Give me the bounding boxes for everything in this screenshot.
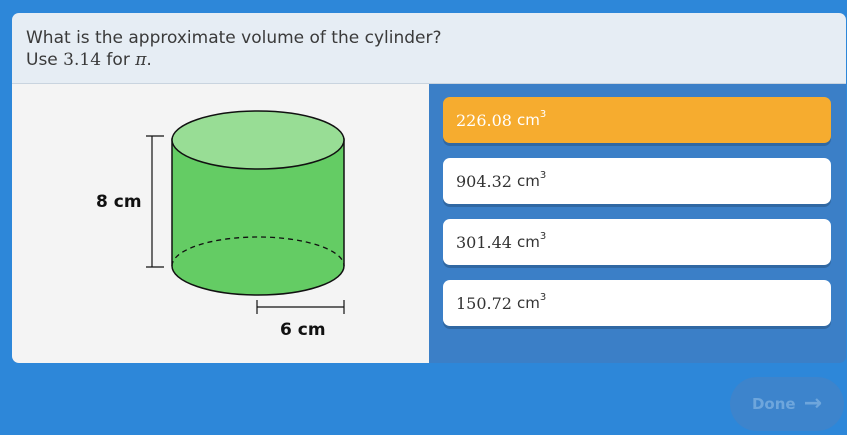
answer-choices: 226.08 cm 3 904.32 cm 3 301.44 cm 3 150.72 … [429, 84, 846, 363]
answer-exponent: 3 [539, 230, 547, 242]
height-label: 8 cm [96, 192, 142, 212]
question-text: What is the approximate volume of the cy… [26, 28, 442, 48]
arrow-right-icon: → [803, 391, 823, 416]
answer-unit: cm [516, 233, 540, 251]
answer-value: 226.08 [456, 110, 512, 130]
question-prompt: What is the approximate volume of the cy… [12, 13, 846, 84]
answer-option-4[interactable]: 150.72 cm 3 [443, 280, 831, 326]
answer-value: 150.72 [456, 293, 512, 313]
answer-option-3[interactable]: 301.44 cm 3 [443, 219, 831, 265]
question-hint: Use 3.14 for π. [26, 49, 846, 71]
hint-suffix: . [146, 50, 152, 70]
answer-exponent: 3 [539, 291, 547, 303]
radius-dimension [256, 300, 345, 314]
answer-unit: cm [516, 172, 540, 190]
answer-value: 904.32 [456, 171, 512, 191]
pi-approx-value: 3.14 [63, 50, 102, 70]
height-dimension [146, 135, 164, 268]
answer-unit: cm [516, 111, 540, 129]
radius-label: 6 cm [280, 320, 326, 340]
hint-middle: for [101, 50, 136, 70]
done-button[interactable]: Done → [730, 377, 844, 431]
answer-value: 301.44 [456, 232, 512, 252]
answer-unit: cm [516, 294, 540, 312]
answer-exponent: 3 [539, 108, 547, 120]
answer-option-2[interactable]: 904.32 cm 3 [443, 158, 831, 204]
question-card: What is the approximate volume of the cy… [12, 13, 846, 363]
answer-exponent: 3 [539, 169, 547, 181]
pi-symbol: π [135, 50, 147, 70]
answer-option-1[interactable]: 226.08 cm 3 [443, 97, 831, 143]
cylinder-diagram: 8 cm 6 cm [96, 110, 345, 340]
done-label: Done [751, 395, 796, 413]
hint-prefix: Use [26, 50, 64, 70]
figure-panel: 8 cm 6 cm [12, 84, 429, 363]
cylinder-top [171, 110, 345, 170]
